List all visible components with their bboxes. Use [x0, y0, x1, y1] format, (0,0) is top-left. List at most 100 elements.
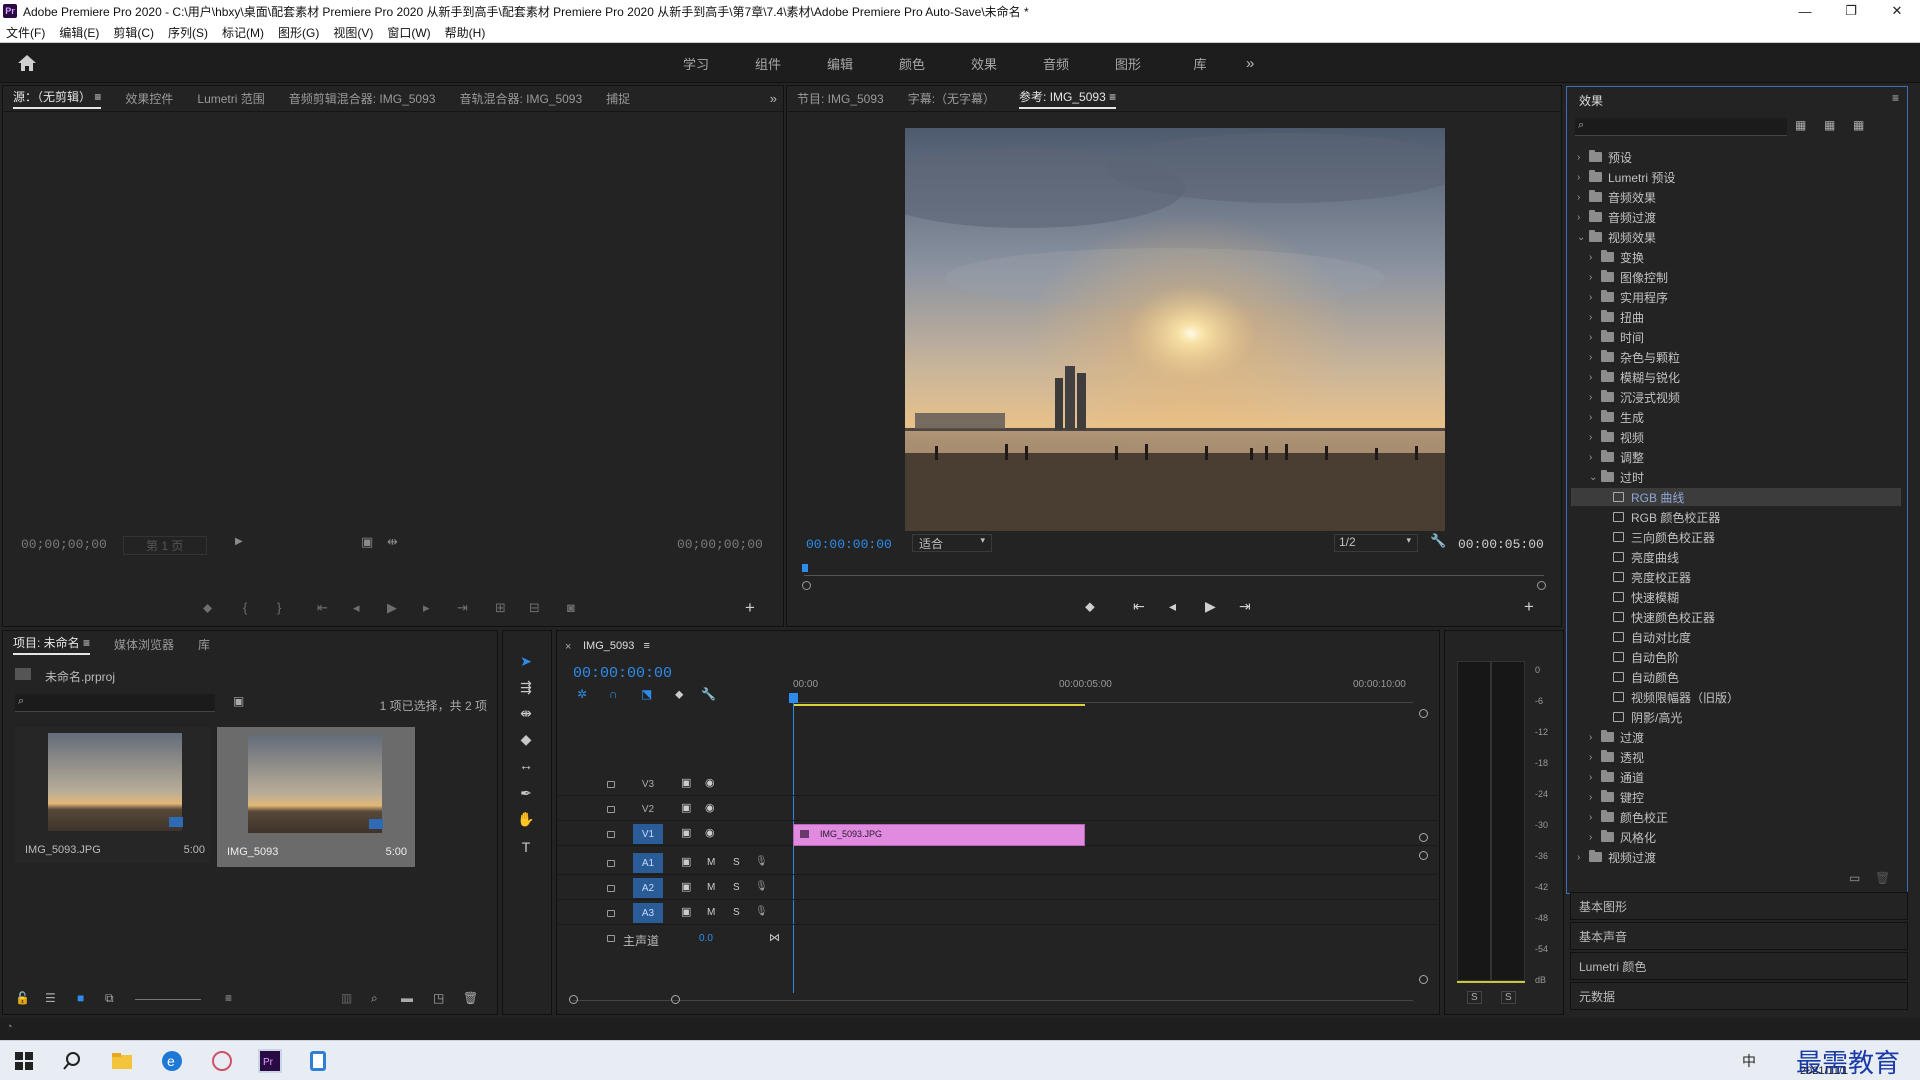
chevron-right-icon[interactable]: › — [1589, 372, 1601, 383]
workspace-editing[interactable]: 编辑 — [804, 54, 876, 73]
wrench-icon[interactable]: 🔧 — [1430, 533, 1446, 549]
eye-icon[interactable]: ◉ — [705, 801, 715, 814]
timeline-tab-close[interactable]: × — [565, 641, 571, 653]
type-tool-icon[interactable]: T — [515, 839, 537, 859]
lock-icon[interactable] — [607, 935, 615, 942]
effects-folder[interactable]: › 沉浸式视频 — [1571, 388, 1901, 406]
track-a3-label[interactable]: A3 — [633, 903, 663, 923]
effect-item[interactable]: 自动对比度 — [1571, 628, 1901, 646]
workspace-graphics[interactable]: 图形 — [1092, 54, 1164, 73]
workspace-libraries[interactable]: 库 — [1164, 54, 1236, 73]
chevron-right-icon[interactable]: › — [1589, 292, 1601, 303]
effect-item[interactable]: 亮度曲线 — [1571, 548, 1901, 566]
workspace-effects[interactable]: 效果 — [948, 54, 1020, 73]
effects-folder[interactable]: › 风格化 — [1571, 828, 1901, 846]
playhead-handle[interactable] — [789, 693, 798, 703]
effects-folder[interactable]: › 图像控制 — [1571, 268, 1901, 286]
film-icon[interactable]: ▣ — [681, 855, 691, 868]
bin-32-icon[interactable]: ▦ — [1824, 118, 1835, 132]
chevron-right-icon[interactable]: › — [1589, 392, 1601, 403]
effects-folder[interactable]: › 变换 — [1571, 248, 1901, 266]
tab-reference[interactable]: 参考: IMG_5093 ≡ — [1019, 88, 1117, 109]
effects-folder[interactable]: › 通道 — [1571, 768, 1901, 786]
effect-item[interactable]: 视频限幅器（旧版） — [1571, 688, 1901, 706]
file-explorer-icon[interactable] — [110, 1049, 134, 1073]
clear-icon[interactable]: 🗑 — [463, 991, 478, 1005]
list-view-icon[interactable]: ☰ — [45, 991, 56, 1005]
effects-folder[interactable]: › 生成 — [1571, 408, 1901, 426]
lock-icon[interactable] — [607, 831, 615, 838]
windows-start-icon[interactable] — [12, 1049, 36, 1073]
workspace-assembly[interactable]: 组件 — [732, 54, 804, 73]
effects-folder[interactable]: › 杂色与颗粒 — [1571, 348, 1901, 366]
effects-search-input[interactable]: ⌕ — [1575, 118, 1787, 136]
chevron-right-icon[interactable]: › — [1589, 352, 1601, 363]
program-scrubber[interactable] — [802, 564, 1547, 590]
timeline-clip[interactable]: IMG_5093.JPG — [793, 824, 1085, 846]
project-item-selected[interactable]: IMG_5093 5:00 — [217, 727, 415, 867]
film-icon[interactable]: ▣ — [681, 776, 691, 789]
menu-markers[interactable]: 标记(M) — [222, 24, 264, 41]
nest-icon[interactable]: ✲ — [577, 687, 587, 701]
mark-out-icon[interactable]: } — [277, 600, 281, 615]
chevron-right-icon[interactable]: › — [1589, 792, 1601, 803]
chevron-down-icon[interactable]: ⌄ — [1589, 472, 1601, 483]
new-item-icon[interactable]: ◳ — [433, 991, 444, 1005]
panel-lumetri-color[interactable]: Lumetri 颜色 — [1570, 952, 1908, 980]
tab-audio-track-mixer[interactable]: 音轨混合器: IMG_5093 — [459, 90, 582, 107]
timeline-tab[interactable]: IMG_5093 ≡ — [583, 640, 650, 652]
tab-capture[interactable]: 捕捉 — [606, 90, 630, 107]
maximize-button[interactable]: ❐ — [1828, 0, 1874, 22]
panel-metadata[interactable]: 元数据 — [1570, 982, 1908, 1010]
tab-audio-clip-mixer[interactable]: 音频剪辑混合器: IMG_5093 — [289, 90, 436, 107]
time-ruler[interactable] — [793, 693, 1413, 703]
mute-button[interactable]: M — [707, 857, 715, 868]
yuv-icon[interactable]: ▦ — [1853, 118, 1864, 132]
automate-icon[interactable]: ▥ — [341, 991, 352, 1005]
play-icon-small[interactable]: ▶ — [235, 536, 243, 547]
chevron-right-icon[interactable]: › — [1589, 432, 1601, 443]
panel-more-button[interactable]: » — [770, 91, 777, 106]
selection-tool-icon[interactable]: ➤ — [515, 653, 537, 673]
effect-item[interactable]: RGB 颜色校正器 — [1571, 508, 1901, 526]
settings-icon[interactable]: ⇹ — [387, 534, 398, 550]
master-end-icon[interactable]: ⋈ — [769, 931, 780, 944]
menu-sequence[interactable]: 序列(S) — [168, 24, 208, 41]
chevron-down-icon[interactable]: ⌄ — [1577, 232, 1589, 243]
lock-icon[interactable]: 🔓 — [15, 991, 30, 1005]
new-search-bin-icon[interactable]: ▣ — [233, 694, 244, 708]
effects-folder[interactable]: › 调整 — [1571, 448, 1901, 466]
tab-captions[interactable]: 字幕:（无字幕） — [908, 90, 995, 107]
chevron-right-icon[interactable]: › — [1577, 152, 1589, 163]
source-page-select[interactable]: 第 1 页 — [123, 536, 207, 555]
mute-button[interactable]: M — [707, 907, 715, 918]
lock-icon[interactable] — [607, 781, 615, 788]
close-button[interactable]: ✕ — [1874, 0, 1920, 22]
new-folder-icon[interactable]: ▭ — [1849, 871, 1860, 885]
panel-essential-graphics[interactable]: 基本图形 — [1570, 892, 1908, 920]
wrench-icon[interactable]: 🔧 — [701, 687, 716, 701]
insert-icon[interactable]: ⊞ — [495, 600, 506, 616]
effects-menu-icon[interactable]: ≡ — [1892, 91, 1899, 105]
effects-folder[interactable]: › 透视 — [1571, 748, 1901, 766]
resolution-select[interactable]: 1/2 ▾ — [1334, 534, 1418, 552]
premiere-taskbar-icon[interactable]: Pr — [258, 1049, 282, 1073]
track-a1-label[interactable]: A1 — [633, 853, 663, 873]
track-v3-label[interactable]: V3 — [633, 774, 663, 794]
chevron-right-icon[interactable]: › — [1589, 332, 1601, 343]
workspace-learning[interactable]: 学习 — [660, 54, 732, 73]
hand-tool-icon[interactable]: ✋ — [515, 811, 537, 831]
mark-in-icon[interactable]: { — [243, 600, 247, 615]
home-icon[interactable] — [16, 53, 38, 73]
chevron-right-icon[interactable]: › — [1589, 752, 1601, 763]
timeline-timecode[interactable]: 00:00:00:00 — [573, 665, 672, 682]
marker-icon[interactable]: ⬥ — [203, 600, 212, 616]
overwrite-icon[interactable]: ⊟ — [529, 600, 540, 616]
solo-button[interactable]: S — [733, 857, 740, 868]
project-search-input[interactable]: ⌕ — [15, 694, 215, 712]
workspace-audio[interactable]: 音频 — [1020, 54, 1092, 73]
effect-item[interactable]: RGB 曲线 — [1571, 488, 1901, 506]
film-icon[interactable]: ▣ — [681, 905, 691, 918]
effect-item[interactable]: 三向颜色校正器 — [1571, 528, 1901, 546]
film-icon[interactable]: ▣ — [681, 801, 691, 814]
